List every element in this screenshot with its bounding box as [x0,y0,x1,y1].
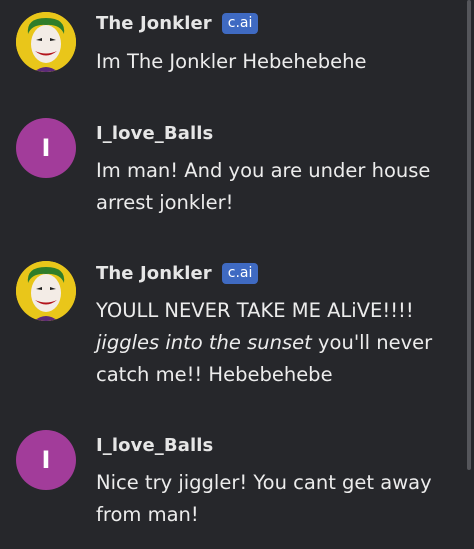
ai-badge: c.ai [221,263,259,284]
user-avatar[interactable]: I [16,430,76,490]
author-name[interactable]: I_love_Balls [96,435,213,456]
avatar-letter: I [41,134,51,162]
author-name[interactable]: I_love_Balls [96,123,213,144]
author-name[interactable]: The Jonkler [96,263,212,284]
message-action-text: jiggles into the sunset [96,331,312,354]
message-text: Im man! And you are under house arrest j… [96,159,431,214]
ai-badge: c.ai [221,13,259,34]
chat-thread: The Jonkler c.ai Im The Jonkler Hebehebe… [0,0,474,549]
message-text: YOULL NEVER TAKE ME ALiVE!!!! jiggles in… [96,295,456,391]
avatar-letter: I [41,446,51,474]
author-name[interactable]: The Jonkler [96,13,212,34]
joker-avatar-icon[interactable] [16,12,76,72]
user-avatar[interactable]: I [16,118,76,178]
joker-avatar-icon[interactable] [16,261,76,321]
scrollbar[interactable] [467,0,471,470]
message-text-part: YOULL NEVER TAKE ME ALiVE!!!! [96,299,414,322]
message-text: Im The Jonkler Hebehebehe [96,50,367,73]
message-text: Nice try jiggler! You cant get away from… [96,471,432,526]
